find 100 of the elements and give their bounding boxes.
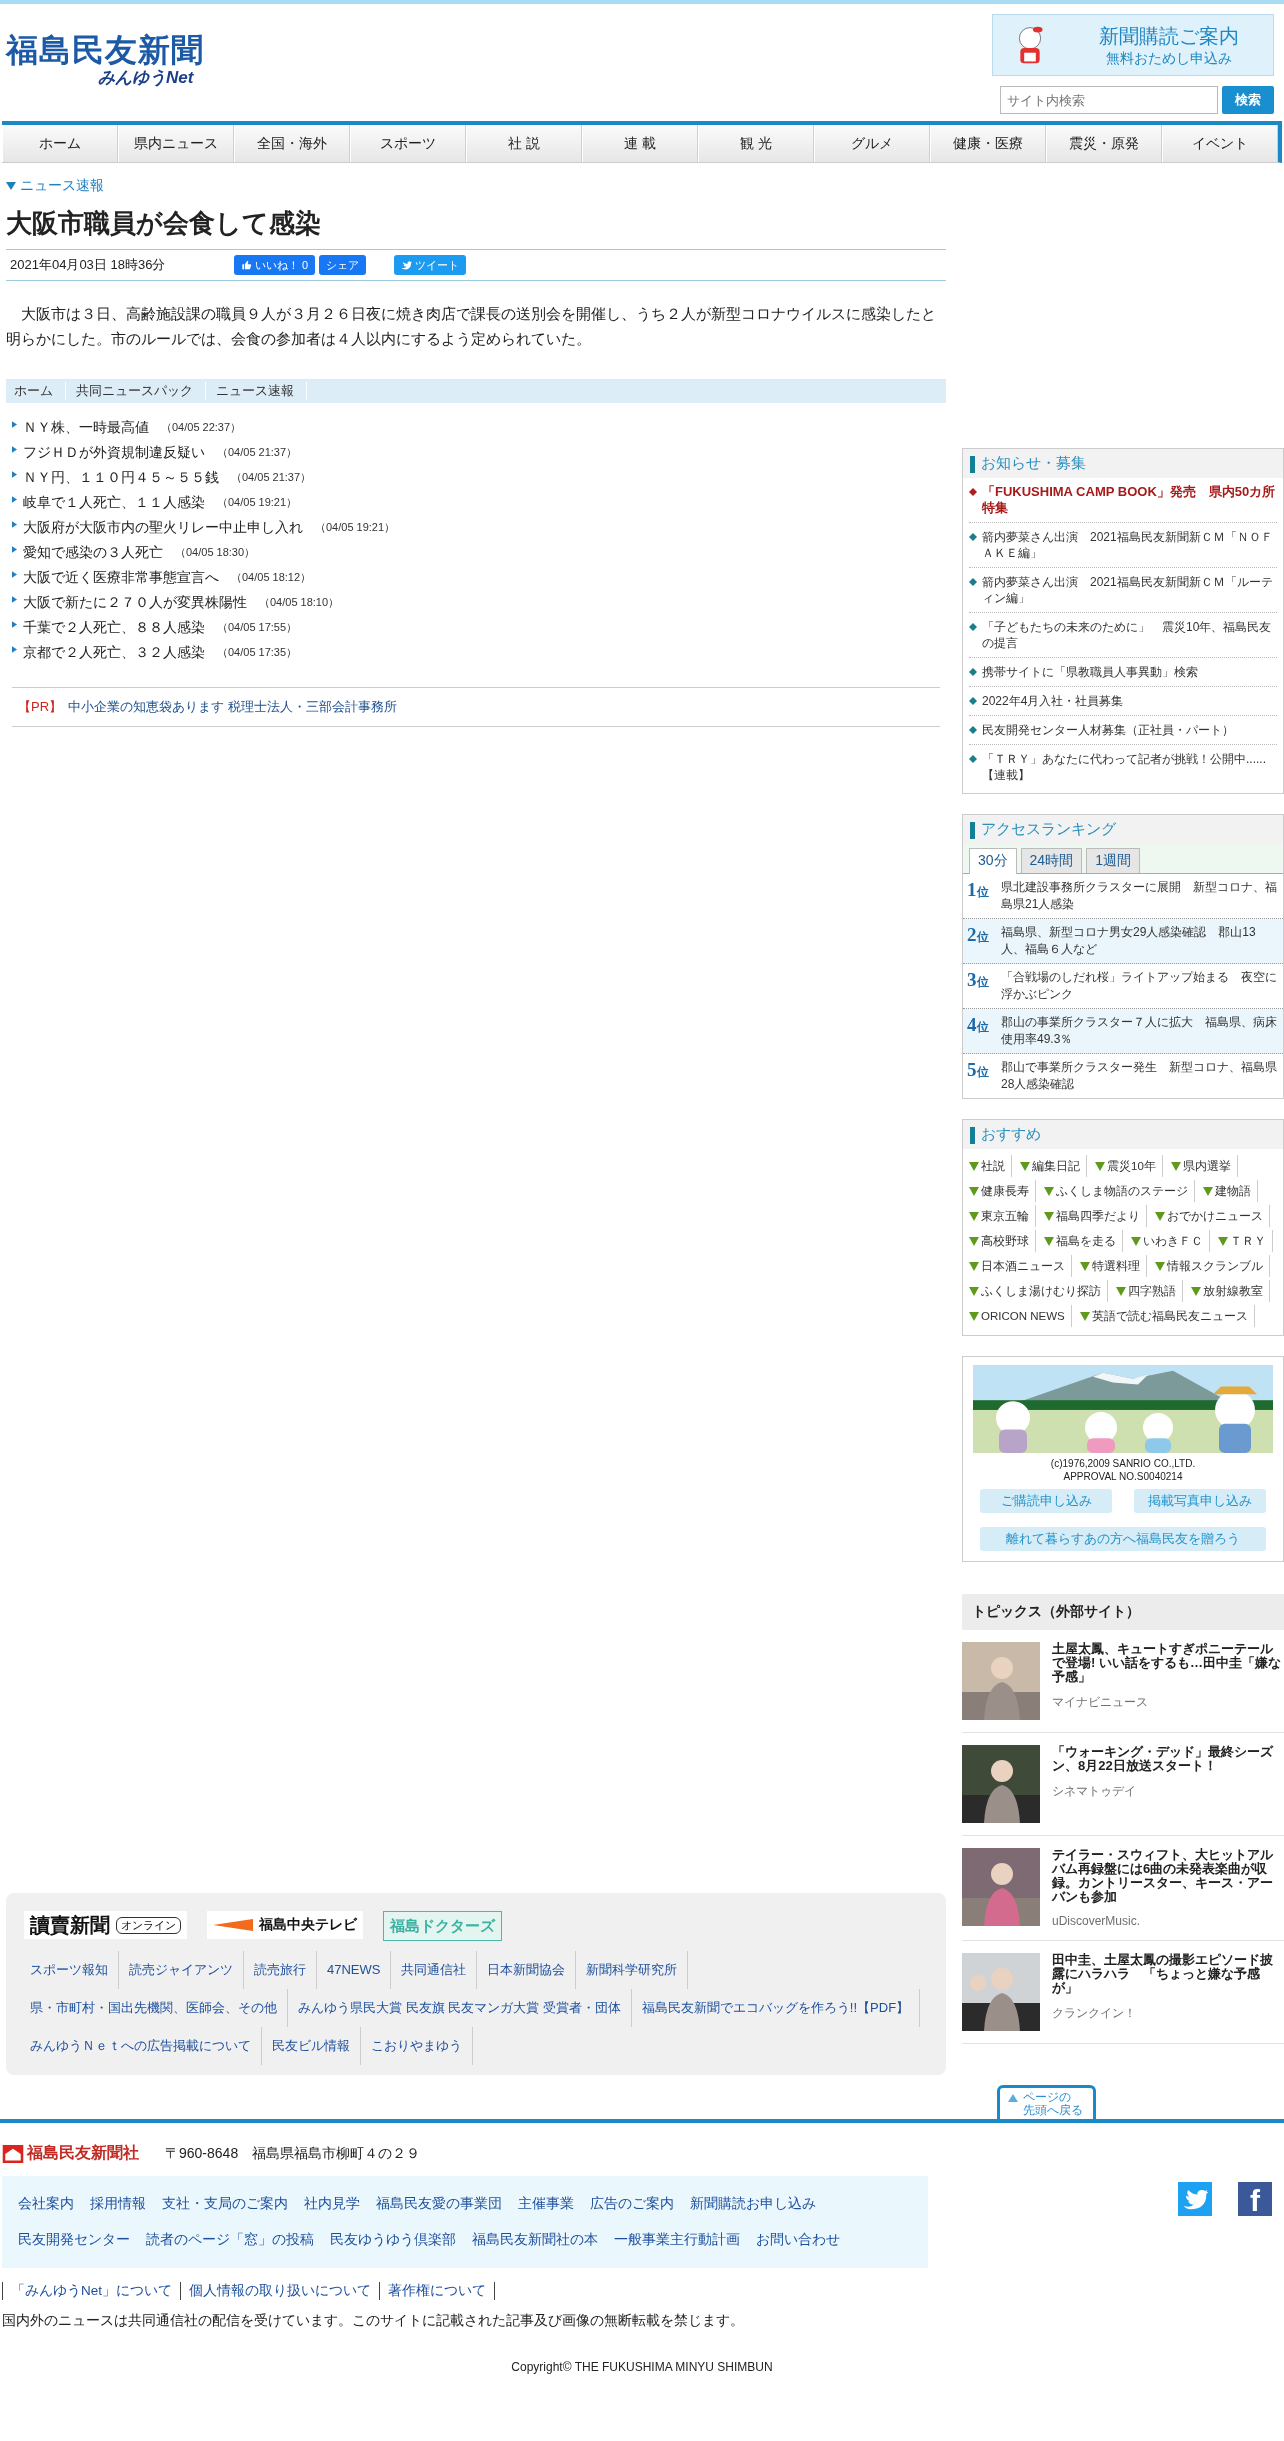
section-link[interactable]: ニュース速報 — [20, 177, 104, 195]
recommend-link[interactable]: 高校野球 — [981, 1230, 1029, 1252]
notice-link[interactable]: 2022年4月入社・社員募集 — [982, 693, 1124, 709]
footer-link[interactable]: 読者のページ「窓」の投稿 — [146, 2222, 314, 2258]
news-link[interactable]: 岐阜で１人死亡、１１人感染 — [23, 493, 205, 512]
recommend-link[interactable]: 日本酒ニュース — [981, 1255, 1065, 1277]
partner-logo[interactable]: 福島中央テレビ — [207, 1911, 363, 1939]
recommend-link[interactable]: 東京五輪 — [981, 1205, 1029, 1227]
breadcrumb-link[interactable]: ホーム — [10, 382, 66, 400]
recommend-link[interactable]: 編集日記 — [1032, 1155, 1080, 1177]
partner-link[interactable]: みんゆう県民大賞 民友旗 民友マンガ大賞 受賞者・団体 — [288, 1989, 632, 2027]
recommend-link[interactable]: 放射線教室 — [1203, 1280, 1263, 1302]
nav-tab[interactable]: 震災・原発 — [1046, 125, 1162, 162]
nav-tab[interactable]: スポーツ — [350, 125, 466, 162]
footer-link[interactable]: 福島民友愛の事業団 — [376, 2186, 502, 2222]
partner-link[interactable]: 県・市町村・国出先機関、医師会、その他 — [20, 1989, 288, 2027]
news-link[interactable]: 千葉で２人死亡、８８人感染 — [23, 618, 205, 637]
recommend-link[interactable]: 福島四季だより — [1056, 1205, 1140, 1227]
search-field[interactable]: サイト内検索 — [1000, 86, 1218, 114]
news-link[interactable]: 大阪で新たに２７０人が変異株陽性 — [23, 593, 247, 612]
partner-link[interactable]: スポーツ報知 — [20, 1951, 119, 1989]
breadcrumb-link[interactable]: ニュース速報 — [212, 382, 307, 400]
footer-link[interactable]: 著作権について — [379, 2282, 495, 2300]
nav-tab[interactable]: 社 説 — [466, 125, 582, 162]
ranking-link[interactable]: 郡山で事業所クラスター発生 新型コロナ、福島県28人感染確認 — [1001, 1059, 1279, 1093]
partner-logo[interactable]: 讀賣新聞 オンライン — [24, 1911, 187, 1939]
notice-link[interactable]: 「FUKUSHIMA CAMP BOOK」発売 県内50カ所特集 — [982, 484, 1277, 516]
news-link[interactable]: ＮＹ株、一時最高値 — [23, 418, 149, 437]
logo-title[interactable]: 福島民友新聞 — [6, 32, 204, 68]
footer-link[interactable]: 支社・支局のご案内 — [162, 2186, 288, 2222]
recommend-link[interactable]: 健康長寿 — [981, 1180, 1029, 1202]
recommend-link[interactable]: ふくしま湯けむり探訪 — [981, 1280, 1101, 1302]
footer-link[interactable]: 民友ゆうゆう倶楽部 — [330, 2222, 456, 2258]
recommend-link[interactable]: いわきＦＣ — [1143, 1230, 1203, 1252]
notice-link[interactable]: 「ＴＲＹ」あなたに代わって記者が挑戦！公開中......【連載】 — [982, 751, 1277, 783]
recommend-link[interactable]: 建物語 — [1215, 1180, 1251, 1202]
footer-link[interactable]: 広告のご案内 — [590, 2186, 674, 2222]
ranking-tab[interactable]: 30分 — [969, 848, 1017, 874]
partner-link[interactable]: 読売ジャイアンツ — [119, 1951, 244, 1989]
notice-link[interactable]: 民友開発センター人材募集（正社員・パート） — [982, 722, 1234, 738]
recommend-link[interactable]: 社説 — [981, 1155, 1005, 1177]
nav-tab[interactable]: グルメ — [814, 125, 930, 162]
notice-link[interactable]: 箭内夢菜さん出演 2021福島民友新聞新ＣＭ「ＮＯＦＡＫＥ編」 — [982, 529, 1277, 561]
news-link[interactable]: 大阪府が大阪市内の聖火リレー中止申し入れ — [23, 518, 303, 537]
partner-link[interactable]: 47NEWS — [317, 1951, 392, 1989]
footer-link[interactable]: 会社案内 — [18, 2186, 74, 2222]
ranking-link[interactable]: 「合戦場のしだれ桜」ライトアップ始まる 夜空に浮かぶピンク — [1001, 969, 1279, 1003]
ranking-tab[interactable]: 1週間 — [1086, 848, 1140, 873]
nav-tab[interactable]: 連 載 — [582, 125, 698, 162]
breadcrumb-link[interactable]: 共同ニュースパック — [72, 382, 206, 400]
recommend-link[interactable]: おでかけニュース — [1167, 1205, 1263, 1227]
ranking-link[interactable]: 郡山の事業所クラスター７人に拡大 福島県、病床使用率49.3％ — [1001, 1014, 1279, 1048]
page-top-button[interactable]: ページの 先頭へ戻る — [997, 2085, 1096, 2119]
nav-tab[interactable]: ホーム — [2, 125, 118, 162]
news-link[interactable]: ＮＹ円、１１０円４５～５５銭 — [23, 468, 219, 487]
news-link[interactable]: 大阪で近く医療非常事態宣言へ — [23, 568, 219, 587]
partner-link[interactable]: こおりやまゆう — [361, 2027, 473, 2065]
footer-link[interactable]: 個人情報の取り扱いについて — [180, 2282, 379, 2300]
nav-tab[interactable]: イベント — [1162, 125, 1278, 162]
like-button[interactable]: いいね！ 0 — [234, 255, 316, 275]
footer-link[interactable]: 新聞購読お申し込み — [690, 2186, 816, 2222]
topic-link[interactable]: テイラー・スウィフト、大ヒットアルバム再録盤には6曲の未発表楽曲が収録。カントリースター、キース・アーバンも参加 — [1052, 1848, 1284, 1904]
recommend-link[interactable]: 英語で読む福島民友ニュース — [1091, 1305, 1248, 1327]
recommend-link[interactable]: 福島を走る — [1056, 1230, 1116, 1252]
recommend-link[interactable]: ふくしま物語のステージ — [1056, 1180, 1188, 1202]
recommend-link[interactable]: 県内選挙 — [1182, 1155, 1231, 1177]
ranking-tab[interactable]: 24時間 — [1020, 848, 1083, 873]
partner-link[interactable]: 日本新聞協会 — [477, 1951, 577, 1989]
footer-link[interactable]: 一般事業主行動計画 — [614, 2222, 740, 2258]
ranking-link[interactable]: 福島県、新型コロナ男女29人感染確認 郡山13人、福島６人など — [1001, 924, 1279, 958]
recommend-link[interactable]: 特選料理 — [1092, 1255, 1140, 1277]
footer-link[interactable]: 「みんゆうNet」について — [2, 2282, 180, 2300]
footer-link[interactable]: 社内見学 — [304, 2186, 360, 2222]
pr-link[interactable]: 中小企業の知恵袋あります 税理士法人・三部会計事務所 — [68, 698, 397, 716]
recommend-link[interactable]: ORICON NEWS — [981, 1305, 1065, 1327]
partner-link[interactable]: 新聞科学研究所 — [576, 1951, 689, 1989]
footer-link[interactable]: お問い合わせ — [756, 2222, 840, 2258]
notice-link[interactable]: 「子どもたちの未来のために」 震災10年、福島民友の提言 — [982, 619, 1277, 651]
share-button[interactable]: シェア — [319, 255, 367, 275]
topic-link[interactable]: 土屋太鳳、キュートすぎポニーテールで登場! いい話をするも…田中圭「嫌な予感」 — [1052, 1642, 1284, 1684]
nav-tab[interactable]: 健康・医療 — [930, 125, 1046, 162]
ranking-link[interactable]: 県北建設事務所クラスターに展開 新型コロナ、福島県21人感染 — [1001, 879, 1279, 913]
nav-tab[interactable]: 観 光 — [698, 125, 814, 162]
footer-link[interactable]: 採用情報 — [90, 2186, 146, 2222]
news-link[interactable]: 京都で２人死亡、３２人感染 — [23, 643, 205, 662]
recommend-link[interactable]: ＴＲＹ — [1230, 1230, 1266, 1252]
news-link[interactable]: 愛知で感染の３人死亡 — [23, 543, 163, 562]
footer-link[interactable]: 民友開発センター — [18, 2222, 130, 2258]
notice-link[interactable]: 箭内夢菜さん出演 2021福島民友新聞新ＣＭ「ルーティン編」 — [982, 574, 1277, 606]
topic-link[interactable]: 「ウォーキング・デッド」最終シーズン、8月22日放送スタート！ — [1052, 1745, 1284, 1773]
recommend-link[interactable]: 震災10年 — [1107, 1155, 1156, 1177]
subscription-banner[interactable]: 新聞購読ご案内 無料おためし申込み — [992, 14, 1274, 76]
nav-tab[interactable]: 全国・海外 — [234, 125, 350, 162]
news-link[interactable]: フジＨＤが外資規制違反疑い — [23, 443, 205, 462]
nav-tab[interactable]: 県内ニュース — [118, 125, 234, 162]
partner-link[interactable]: 共同通信社 — [391, 1951, 478, 1989]
twitter-icon[interactable] — [1178, 2182, 1212, 2216]
search-button[interactable]: 検索 — [1222, 86, 1274, 114]
partner-link[interactable]: 福島民友新聞でエコバッグを作ろう!!【PDF】 — [631, 1989, 921, 2027]
footer-link[interactable]: 福島民友新聞社の本 — [472, 2222, 598, 2258]
